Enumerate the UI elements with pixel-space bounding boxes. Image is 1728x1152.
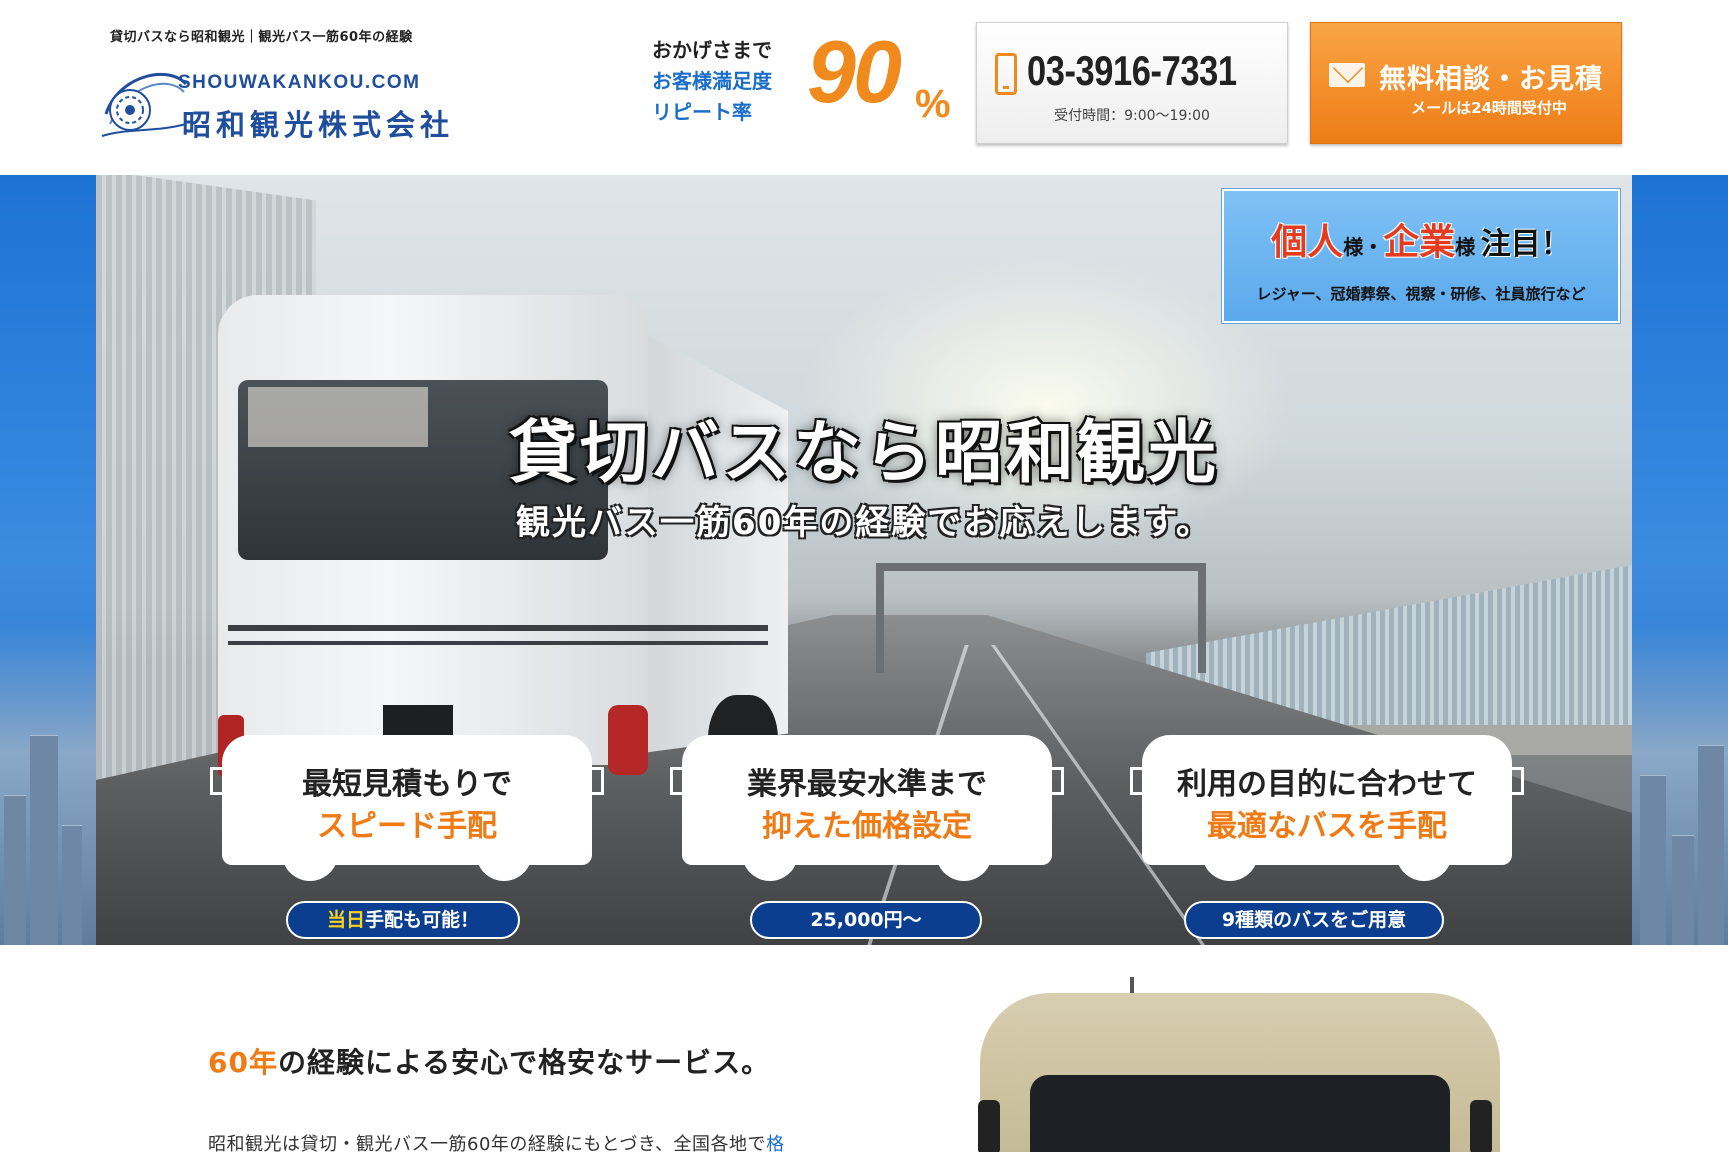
feature-line-2: 最適なバスを手配 (1207, 809, 1447, 844)
intro-paragraph: 昭和観光は貸切・観光バス一筋60年の経験にもとづき、全国各地で格 (208, 1130, 785, 1152)
logo-company-name: 昭和観光株式会社 (182, 108, 455, 142)
satisfaction-rate: 90 (807, 22, 902, 121)
feature-pill-text: 手配も可能！ (365, 909, 480, 931)
feature-line-2: スピード手配 (317, 809, 497, 844)
feature-pill-accent: 当日 (326, 909, 365, 931)
microbus-windshield (1030, 1075, 1450, 1152)
target-corporate: 企業 (1383, 222, 1456, 263)
building (1640, 775, 1666, 945)
feature-line-1: 利用の目的に合わせて (1177, 767, 1477, 802)
feature-line-1: 業界最安水準まで (747, 767, 987, 802)
hero-banner: 貸切バスなら昭和観光 観光バス一筋60年の経験でお応えします。 個人様・企業様 … (96, 175, 1632, 945)
phone-number[interactable]: 03-3916-7331 (1027, 47, 1237, 95)
city-skyline-right (1632, 625, 1728, 945)
logo-domain: SHOUWAKANKOU.COM (178, 72, 421, 93)
building (30, 735, 58, 945)
building (4, 795, 26, 945)
site-header: 貸切バスなら昭和観光｜観光バス一筋60年の経験 SHOUWAKANKOU.COM… (0, 0, 1728, 175)
feature-speed: 最短見積もりで スピード手配 当日手配も可能！ (210, 735, 604, 945)
feature-line-2: 抑えた価格設定 (762, 809, 972, 844)
target-customers-box[interactable]: 個人様・企業様 注目！ レジャー、冠婚葬祭、視察・研修、社員旅行など (1222, 189, 1620, 323)
microbus-image (950, 975, 1530, 1152)
toll-gantry (876, 563, 1206, 571)
satisfaction-line-1: おかげさまで (652, 38, 772, 62)
feature-price: 業界最安水準まで 抑えた価格設定 25,000円〜 (670, 735, 1064, 945)
target-attention: 注目！ (1480, 227, 1571, 262)
gantry-post (1198, 563, 1206, 673)
city-skyline-left (0, 625, 96, 945)
feature-wheel (1396, 853, 1452, 881)
company-logo[interactable]: SHOUWAKANKOU.COM 昭和観光株式会社 (98, 66, 478, 146)
target-title: 個人様・企業様 注目！ (1224, 213, 1618, 265)
microbus-mirror (1470, 1100, 1492, 1152)
bus-stripe (228, 641, 768, 645)
feature-card: 利用の目的に合わせて 最適なバスを手配 (1130, 735, 1524, 865)
smartphone-icon (995, 53, 1017, 95)
intro-heading: 60年の経験による安心で格安なサービス。 (208, 1041, 770, 1081)
phone-hours: 受付時間：9:00〜19:00 (1054, 108, 1210, 124)
feature-line-1: 最短見積もりで (302, 767, 512, 802)
intro-paragraph-link[interactable]: 格 (766, 1134, 785, 1152)
feature-pill: 当日手配も可能！ (286, 901, 520, 939)
feature-pill: 25,000円〜 (750, 901, 982, 939)
satisfaction-unit: % (915, 82, 951, 126)
feature-pill-text: 25,000円〜 (810, 909, 922, 931)
satisfaction-line-3: リピート率 (652, 100, 752, 124)
feature-bus-selection: 利用の目的に合わせて 最適なバスを手配 9種類のバスをご用意 (1130, 735, 1524, 945)
contact-button-subtitle: メールは24時間受付中 (1411, 99, 1567, 117)
feature-wheel (742, 853, 798, 881)
bus-stripe (228, 625, 768, 631)
feature-card: 最短見積もりで スピード手配 (210, 735, 604, 865)
feature-wheel (476, 853, 532, 881)
bus-tail-light (608, 705, 648, 775)
feature-wheel (936, 853, 992, 881)
intro-paragraph-text: 昭和観光は貸切・観光バス一筋60年の経験にもとづき、全国各地で (208, 1134, 767, 1152)
target-suffix: 様 (1455, 235, 1476, 259)
feature-pill: 9種類のバスをご用意 (1184, 901, 1444, 939)
intro-heading-accent: 60年 (208, 1046, 278, 1079)
feature-wheel (282, 853, 338, 881)
satisfaction-badge: おかげさまで お客様満足度 リピート率 90 % (652, 28, 952, 134)
free-consultation-button[interactable]: 無料相談・お見積 メールは24時間受付中 (1310, 22, 1622, 144)
building (1698, 745, 1724, 945)
building (1672, 835, 1694, 945)
building (62, 825, 82, 945)
microbus-mirror (978, 1100, 1000, 1152)
contact-button-title: 無料相談・お見積 (1379, 64, 1603, 95)
feature-pill-text: 9種類のバスをご用意 (1221, 909, 1407, 931)
envelope-icon (1329, 63, 1365, 87)
target-use-cases: レジャー、冠婚葬祭、視察・研修、社員旅行など (1256, 285, 1586, 303)
feature-wheel (1202, 853, 1258, 881)
target-individual: 個人 (1271, 222, 1344, 263)
hero-subtitle: 観光バス一筋60年の経験でお応えします。 (516, 503, 1212, 543)
intro-heading-text: の経験による安心で格安なサービス。 (277, 1046, 771, 1079)
phone-contact[interactable]: 03-3916-7331 受付時間：9:00〜19:00 (976, 22, 1288, 144)
target-separator: ・ (1363, 235, 1384, 259)
feature-card: 業界最安水準まで 抑えた価格設定 (670, 735, 1064, 865)
site-tagline: 貸切バスなら昭和観光｜観光バス一筋60年の経験 (110, 30, 413, 45)
logo-emblem-icon (101, 73, 188, 137)
gantry-post (876, 563, 884, 673)
target-suffix: 様 (1343, 235, 1364, 259)
hero-title: 貸切バスなら昭和観光 (508, 414, 1219, 493)
satisfaction-line-2: お客様満足度 (652, 69, 772, 93)
